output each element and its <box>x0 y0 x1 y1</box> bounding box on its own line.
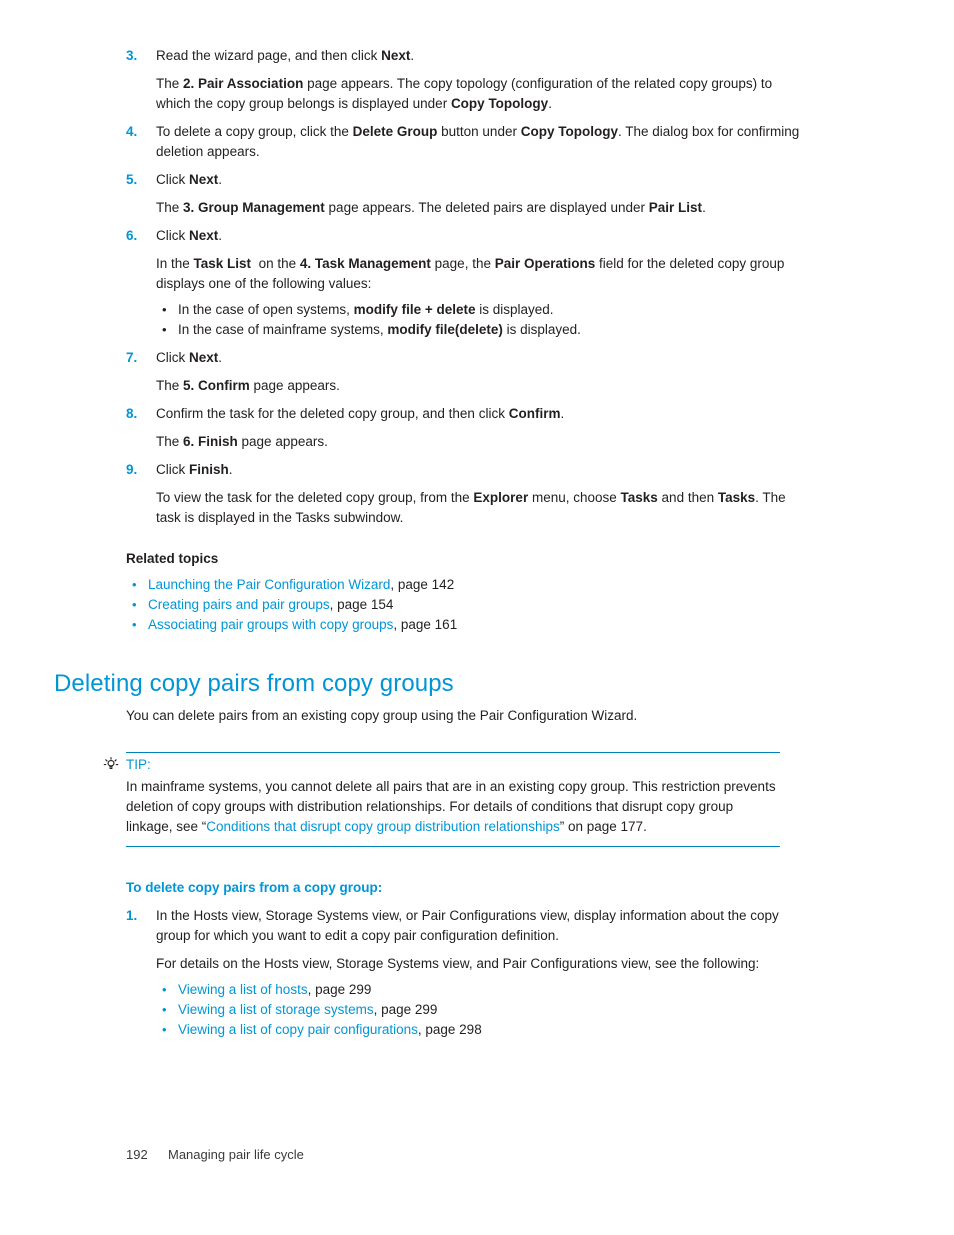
step-subtext-wrap: For details on the Hosts view, Storage S… <box>126 954 816 1040</box>
step-subtext: To view the task for the deleted copy gr… <box>156 490 786 525</box>
procedure-link[interactable]: Viewing a list of hosts <box>178 982 308 997</box>
step-subtext-wrap: The 6. Finish page appears. <box>126 432 806 452</box>
step-item: 5. Click Next. <box>126 170 806 190</box>
related-topics-heading: Related topics <box>126 551 219 566</box>
step-text: To delete a copy group, click the Delete… <box>156 124 800 159</box>
procedure-link-page: , page 299 <box>307 982 372 997</box>
step-item: 9. Click Finish. <box>126 460 806 480</box>
tip-body: In mainframe systems, you cannot delete … <box>126 777 780 837</box>
list-item: Launching the Pair Configuration Wizard,… <box>126 575 806 595</box>
step-number: 8. <box>126 406 138 421</box>
tip-top-rule <box>126 752 780 753</box>
related-topic-link[interactable]: Associating pair groups with copy groups <box>148 617 393 632</box>
step-subtext: The 2. Pair Association page appears. Th… <box>156 76 773 111</box>
list-item: In the case of mainframe systems, modify… <box>156 320 806 340</box>
list-item: Viewing a list of storage systems, page … <box>156 1000 816 1020</box>
step-subtext: For details on the Hosts view, Storage S… <box>156 956 760 971</box>
step-item: 6. Click Next. <box>126 226 806 246</box>
procedure-link[interactable]: Viewing a list of copy pair configuratio… <box>178 1022 418 1037</box>
page-title: Deleting copy pairs from copy groups <box>54 670 454 697</box>
step-subtext: The 6. Finish page appears. <box>156 434 328 449</box>
tip-note-box: TIP: In mainframe systems, you cannot de… <box>103 752 780 847</box>
step-item: 7. Click Next. <box>126 348 806 368</box>
related-topic-page: , page 142 <box>390 577 455 592</box>
procedure-link-page: , page 298 <box>417 1022 482 1037</box>
step-number: 5. <box>126 172 138 187</box>
list-item: Creating pairs and pair groups, page 154 <box>126 595 806 615</box>
tip-body-link[interactable]: Conditions that disrupt copy group distr… <box>206 819 559 834</box>
step-number: 6. <box>126 228 138 243</box>
list-item: Viewing a list of hosts, page 299 <box>156 980 816 1000</box>
step-subtext-wrap: The 3. Group Management page appears. Th… <box>126 198 806 218</box>
step-number: 1. <box>126 908 138 923</box>
step-number: 3. <box>126 48 138 63</box>
step-number: 9. <box>126 462 138 477</box>
step-number: 4. <box>126 124 138 139</box>
step-subtext-wrap: To view the task for the deleted copy gr… <box>126 488 806 528</box>
section-intro-paragraph: You can delete pairs from an existing co… <box>126 708 638 723</box>
step-item: 4. To delete a copy group, click the Del… <box>126 122 806 162</box>
page-footer: 192 Managing pair life cycle <box>126 1146 304 1164</box>
step-subtext-wrap: The 5. Confirm page appears. <box>126 376 806 396</box>
related-topic-page: , page 154 <box>329 597 394 612</box>
step-text: Click Next. <box>156 228 223 243</box>
procedure-heading: To delete copy pairs from a copy group: <box>126 880 383 895</box>
procedure-section: To delete copy pairs from a copy group: … <box>126 878 816 1040</box>
list-item: Associating pair groups with copy groups… <box>126 615 806 635</box>
step-bullet-list: In the case of open systems, modify file… <box>156 300 806 340</box>
procedure-bullet-list: Viewing a list of hosts, page 299 Viewin… <box>156 980 816 1040</box>
step-subtext-wrap: In the Task List on the 4. Task Manageme… <box>126 254 806 340</box>
footer-chapter-title: Managing pair life cycle <box>168 1147 304 1162</box>
step-text: Click Next. <box>156 350 223 365</box>
step-text: Confirm the task for the deleted copy gr… <box>156 406 565 421</box>
document-page: 3. Read the wizard page, and then click … <box>0 0 954 1235</box>
step-text: Click Finish. <box>156 462 233 477</box>
tip-bottom-rule <box>126 846 780 847</box>
procedure-link[interactable]: Viewing a list of storage systems <box>178 1002 374 1017</box>
related-topic-link[interactable]: Launching the Pair Configuration Wizard <box>148 577 390 592</box>
step-subtext-wrap: The 2. Pair Association page appears. Th… <box>126 74 806 114</box>
step-text: In the Hosts view, Storage Systems view,… <box>156 908 779 943</box>
step-text: Read the wizard page, and then click Nex… <box>156 48 415 63</box>
step-subtext: The 5. Confirm page appears. <box>156 378 340 393</box>
tip-header: TIP: <box>103 756 780 774</box>
tip-label: TIP: <box>126 757 151 772</box>
step-item: 1. In the Hosts view, Storage Systems vi… <box>126 906 816 946</box>
top-steps-section: 3. Read the wizard page, and then click … <box>126 46 806 635</box>
tip-body-after: ” on page 177. <box>559 819 647 834</box>
list-item: Viewing a list of copy pair configuratio… <box>156 1020 816 1040</box>
procedure-link-page: , page 299 <box>373 1002 438 1017</box>
step-subtext: In the Task List on the 4. Task Manageme… <box>156 256 785 291</box>
step-item: 8. Confirm the task for the deleted copy… <box>126 404 806 424</box>
step-item: 3. Read the wizard page, and then click … <box>126 46 806 66</box>
related-topic-page: , page 161 <box>393 617 458 632</box>
step-subtext: The 3. Group Management page appears. Th… <box>156 200 706 215</box>
step-text: Click Next. <box>156 172 223 187</box>
footer-page-number: 192 <box>126 1147 148 1162</box>
related-topics-list: Launching the Pair Configuration Wizard,… <box>126 575 806 635</box>
step-number: 7. <box>126 350 138 365</box>
related-topic-link[interactable]: Creating pairs and pair groups <box>148 597 330 612</box>
lightbulb-icon <box>102 756 120 774</box>
list-item: In the case of open systems, modify file… <box>156 300 806 320</box>
